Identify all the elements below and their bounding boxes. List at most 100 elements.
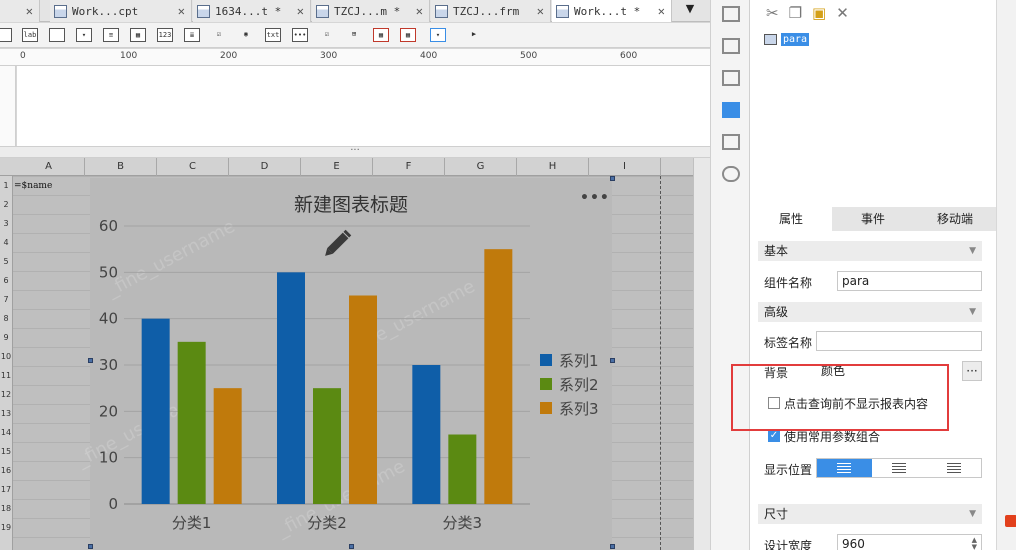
date-widget-icon[interactable]: ▦ (373, 28, 389, 42)
row-header[interactable]: 10 (0, 352, 12, 361)
tag-field[interactable] (816, 331, 982, 351)
row-header[interactable]: 17 (0, 485, 12, 494)
text-field-icon[interactable] (49, 28, 65, 42)
edit-pencil-icon[interactable] (322, 229, 352, 259)
y-tick-label: 60 (99, 217, 118, 235)
column-header[interactable]: E (301, 158, 373, 176)
tree-combo-icon[interactable]: ▾ (430, 28, 446, 42)
pane-splitter[interactable]: ··· (0, 146, 710, 158)
tab-properties[interactable]: 属性 (750, 207, 832, 231)
textarea-widget-icon[interactable]: ≣ (184, 28, 200, 42)
delete-icon[interactable]: ✕ (836, 4, 859, 22)
close-icon[interactable]: ✕ (537, 4, 544, 18)
use-param-combo-checkbox[interactable]: ✓ (768, 430, 780, 442)
row-header[interactable]: 6 (0, 276, 12, 285)
row-header[interactable]: 14 (0, 428, 12, 437)
tab-list-dropdown-icon[interactable]: ▼ (680, 2, 700, 20)
list-widget-icon[interactable]: ≡ (103, 28, 119, 42)
resize-handle[interactable] (349, 544, 354, 549)
tab-4[interactable]: Work...t * ✕ (552, 0, 672, 22)
checkbox-widget-icon[interactable]: ☑ (319, 28, 335, 42)
column-header[interactable]: A (13, 158, 85, 176)
row-header[interactable]: 8 (0, 314, 12, 323)
section-advanced[interactable]: 高级 ▼ (758, 302, 982, 322)
frame-icon[interactable] (722, 70, 740, 86)
row-header[interactable]: 12 (0, 390, 12, 399)
column-header[interactable]: F (373, 158, 445, 176)
name-field[interactable]: para (837, 271, 982, 291)
column-header[interactable]: G (445, 158, 517, 176)
resize-handle[interactable] (88, 544, 93, 549)
resize-handle[interactable] (610, 358, 615, 363)
resize-handle[interactable] (610, 544, 615, 549)
paste-icon[interactable]: ▣ (812, 4, 836, 22)
cut-icon[interactable]: ✂ (766, 4, 789, 22)
resize-handle[interactable] (610, 176, 615, 181)
tab-3[interactable]: TZCJ...frm ✕ (431, 0, 551, 22)
layers-icon[interactable] (722, 134, 740, 150)
row-header[interactable]: 1 (0, 181, 12, 190)
close-icon[interactable]: ✕ (297, 4, 304, 18)
tree-item-para[interactable]: para (764, 33, 810, 46)
parameter-pane[interactable] (17, 66, 710, 146)
column-header[interactable]: B (85, 158, 157, 176)
row-header[interactable]: 7 (0, 295, 12, 304)
close-icon[interactable]: ✕ (416, 4, 423, 18)
tree-item-label: para (781, 33, 810, 46)
spinner-icon[interactable]: ▲ ▼ (972, 537, 977, 550)
row-header[interactable]: 18 (0, 504, 12, 513)
tab-2[interactable]: TZCJ...m * ✕ (312, 0, 430, 22)
column-header[interactable]: C (157, 158, 229, 176)
component-icon[interactable] (722, 38, 740, 54)
tab-events[interactable]: 事件 (832, 207, 914, 231)
vertical-scrollbar[interactable] (693, 158, 710, 550)
row-header[interactable]: 19 (0, 523, 12, 532)
row-header[interactable]: 15 (0, 447, 12, 456)
design-width-field[interactable]: 960 ▲ ▼ (837, 534, 982, 550)
label-widget-icon[interactable]: lab (22, 28, 38, 42)
section-size[interactable]: 尺寸 ▼ (758, 504, 982, 524)
link-icon[interactable] (722, 166, 740, 182)
column-header[interactable]: I (589, 158, 661, 176)
widget-frame-icon[interactable] (0, 28, 12, 42)
row-header[interactable]: 3 (0, 219, 12, 228)
align-right-button[interactable] (926, 459, 981, 477)
column-header[interactable]: D (229, 158, 301, 176)
notification-icon[interactable] (1005, 515, 1016, 527)
tree-widget-icon[interactable]: ⊞ (346, 28, 362, 42)
time-widget-icon[interactable]: ▦ (400, 28, 416, 42)
tab-partial[interactable]: ✕ (0, 0, 40, 22)
dropdown-widget-icon[interactable]: ▾ (76, 28, 92, 42)
widget-settings-icon[interactable] (722, 102, 740, 118)
chart-widget[interactable]: _fine_username _fine_username _fine_user… (73, 178, 612, 550)
copy-icon[interactable]: ❐ (789, 4, 812, 22)
row-header[interactable]: 11 (0, 371, 12, 380)
number-widget-icon[interactable]: 123 (157, 28, 173, 42)
row-header[interactable]: 9 (0, 333, 12, 342)
row-header[interactable]: 13 (0, 409, 12, 418)
grid-widget-icon[interactable]: ▦ (130, 28, 146, 42)
text-widget-icon[interactable]: txt (265, 28, 281, 42)
align-left-button[interactable] (817, 459, 872, 477)
query-button-icon[interactable]: ▶ (466, 28, 482, 42)
resize-handle[interactable] (88, 358, 93, 363)
tab-1[interactable]: 1634...t * ✕ (193, 0, 311, 22)
section-basic[interactable]: 基本 ▼ (758, 241, 982, 261)
row-header[interactable]: 2 (0, 200, 12, 209)
align-center-button[interactable] (872, 459, 927, 477)
radio-group-icon[interactable]: ◉ (238, 28, 254, 42)
column-header[interactable]: H (517, 158, 589, 176)
password-widget-icon[interactable]: ••• (292, 28, 308, 42)
tab-mobile[interactable]: 移动端 (914, 207, 996, 231)
template-icon[interactable] (722, 6, 740, 22)
checkbox-group-icon[interactable]: ☑ (211, 28, 227, 42)
row-header[interactable]: 5 (0, 257, 12, 266)
tab-0[interactable]: Work...cpt ✕ (50, 0, 192, 22)
close-icon[interactable]: ✕ (178, 4, 185, 18)
close-icon[interactable]: ✕ (658, 4, 665, 18)
background-more-button[interactable]: ··· (962, 361, 982, 381)
cell-a1[interactable]: =$name (14, 181, 52, 191)
row-header[interactable]: 4 (0, 238, 12, 247)
row-header[interactable]: 16 (0, 466, 12, 475)
close-icon[interactable]: ✕ (26, 4, 33, 18)
